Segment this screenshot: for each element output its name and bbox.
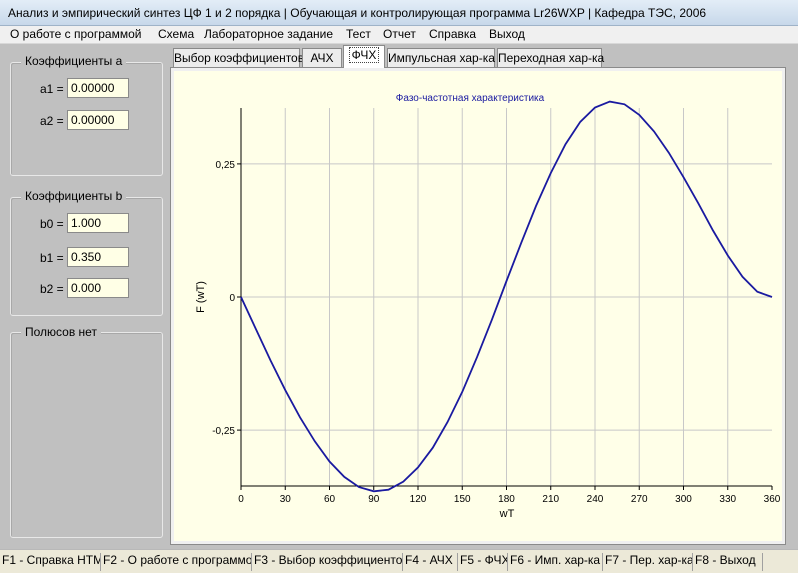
- status-f1-help[interactable]: F1 - Справка HTM: [0, 553, 101, 571]
- phase-response-chart: Фазо-частотная характеристика 0 30 60 90 120…: [174, 71, 782, 541]
- status-f3-coefficients[interactable]: F3 - Выбор коэффициентов: [252, 553, 403, 571]
- window-title: Анализ и эмпирический синтез ЦФ 1 и 2 по…: [8, 6, 707, 20]
- x-tick-label: 210: [542, 494, 559, 505]
- tab-fch[interactable]: ФЧХ: [343, 45, 385, 68]
- b0-field[interactable]: 1.000: [67, 213, 129, 233]
- tab-fch-label: ФЧХ: [348, 47, 380, 63]
- a2-label: a2 =: [40, 114, 64, 128]
- tab-coefficients[interactable]: Выбор коэффициентов: [173, 48, 304, 67]
- tab-coefficients-label: Выбор коэффициентов: [174, 51, 305, 65]
- menu-scheme[interactable]: Схема: [157, 27, 195, 41]
- tab-ach-label: АЧХ: [310, 51, 334, 65]
- status-f4-ach[interactable]: F4 - АЧХ: [403, 553, 458, 571]
- x-tick-label: 360: [764, 494, 781, 505]
- status-f5-fch[interactable]: F5 - ФЧХ: [458, 553, 508, 571]
- menu-report[interactable]: Отчет: [382, 27, 417, 41]
- y-tick-label: 0: [229, 293, 235, 304]
- x-tick-label: 180: [498, 494, 515, 505]
- x-axis-label: wT: [499, 508, 515, 520]
- x-tick-label: 90: [368, 494, 380, 505]
- x-tick-label: 0: [238, 494, 244, 505]
- tab-step[interactable]: Переходная хар-ка: [497, 48, 605, 67]
- y-tick-label: -0,25: [212, 426, 235, 437]
- x-tick-label: 30: [280, 494, 292, 505]
- a2-field[interactable]: 0.00000: [67, 110, 129, 130]
- x-tick-label: 300: [675, 494, 692, 505]
- b0-label: b0 =: [40, 217, 64, 231]
- title-bar: Анализ и эмпирический синтез ЦФ 1 и 2 по…: [0, 0, 798, 26]
- tab-step-label: Переходная хар-ка: [498, 51, 605, 65]
- menu-bar: О работе с программой Схема Лабораторное…: [0, 26, 798, 44]
- status-bar: F1 - Справка HTM F2 - О работе с програм…: [0, 549, 798, 573]
- x-tick-label: 330: [719, 494, 736, 505]
- menu-exit[interactable]: Выход: [488, 27, 526, 41]
- chart-title: Фазо-частотная характеристика: [396, 93, 545, 104]
- x-tick-label: 120: [410, 494, 427, 505]
- coef-b-title: Коэффициенты b: [21, 189, 127, 203]
- a1-label: a1 =: [40, 82, 64, 96]
- menu-help[interactable]: Справка: [428, 27, 477, 41]
- menu-test[interactable]: Тест: [345, 27, 372, 41]
- menu-lab-task[interactable]: Лабораторное задание: [203, 27, 334, 41]
- coef-a-title: Коэффициенты a: [21, 54, 127, 68]
- a1-field[interactable]: 0.00000: [67, 78, 129, 98]
- status-f7-step[interactable]: F7 - Пер. хар-ка: [603, 553, 693, 571]
- x-tick-label: 60: [324, 494, 336, 505]
- y-tick-label: 0,25: [216, 160, 236, 171]
- tab-impulse-label: Импульсная хар-ка: [388, 51, 495, 65]
- chart-background: [174, 71, 782, 541]
- y-axis-label: F (wT): [195, 281, 207, 313]
- tab-impulse[interactable]: Импульсная хар-ка: [387, 48, 495, 67]
- b1-field[interactable]: 0.350: [67, 247, 129, 267]
- poles-group: [10, 332, 163, 538]
- status-f8-exit[interactable]: F8 - Выход: [693, 553, 763, 571]
- b1-label: b1 =: [40, 251, 64, 265]
- x-tick-label: 150: [454, 494, 471, 505]
- tab-ach[interactable]: АЧХ: [302, 48, 342, 67]
- menu-about[interactable]: О работе с программой: [9, 27, 142, 41]
- x-tick-label: 240: [587, 494, 604, 505]
- x-tick-label: 270: [631, 494, 648, 505]
- b2-label: b2 =: [40, 282, 64, 296]
- status-f2-about[interactable]: F2 - О работе с программой: [101, 553, 252, 571]
- status-f6-impulse[interactable]: F6 - Имп. хар-ка: [508, 553, 603, 571]
- b2-field[interactable]: 0.000: [67, 278, 129, 298]
- poles-title: Полюсов нет: [21, 325, 101, 339]
